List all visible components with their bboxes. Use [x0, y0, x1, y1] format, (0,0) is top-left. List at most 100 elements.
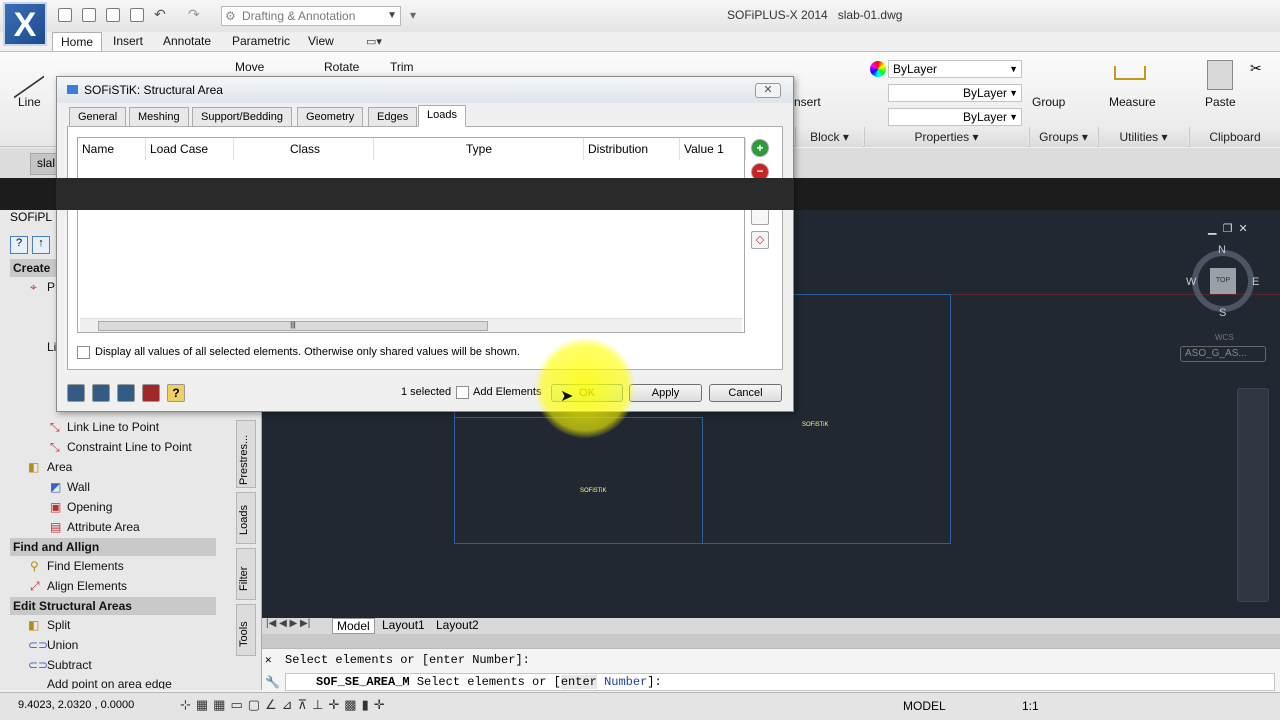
tab-parametric[interactable]: Parametric: [224, 32, 298, 52]
side-tab-loads[interactable]: Loads: [236, 492, 256, 544]
kw-number[interactable]: Number: [604, 675, 647, 689]
palette-item-subtract[interactable]: Subtract: [47, 658, 92, 672]
linetype-select[interactable]: ByLayer ▼: [888, 84, 1022, 102]
tool3-icon[interactable]: [117, 384, 135, 402]
panel-groups[interactable]: Groups ▾: [1029, 127, 1097, 147]
video-band-over-dialog: [56, 178, 794, 210]
line-button[interactable]: Line: [18, 95, 41, 109]
tool1-icon[interactable]: [67, 384, 85, 402]
col-type[interactable]: Type: [374, 138, 584, 160]
group-button[interactable]: Group: [1032, 95, 1065, 109]
command-line[interactable]: ✕ Select elements or [enter Number]: 🔧 S…: [262, 648, 1280, 692]
dlg-tab-loads[interactable]: Loads: [418, 105, 466, 127]
lineweight-select[interactable]: ByLayer ▼: [888, 108, 1022, 126]
cut-icon[interactable]: ✂: [1250, 60, 1262, 77]
palette-item-split[interactable]: Split: [47, 618, 70, 632]
navigation-bar[interactable]: [1237, 388, 1269, 602]
add-elements-checkbox[interactable]: [456, 386, 469, 399]
application-menu-button[interactable]: X: [3, 2, 47, 46]
scroll-thumb[interactable]: |||: [98, 321, 488, 331]
horizontal-scrollbar[interactable]: |||: [80, 318, 742, 332]
panel-properties[interactable]: Properties ▾: [864, 127, 1028, 147]
tool4-icon[interactable]: [142, 384, 160, 402]
chevron-down-icon: ▼: [1009, 88, 1018, 98]
add-row-icon[interactable]: +: [751, 139, 769, 157]
up-icon[interactable]: ↑: [32, 236, 50, 254]
drafting-toggles[interactable]: ⊹▦▦▭▢∠⊿⊼⊥✛▩▮✛: [180, 697, 390, 713]
palette-item-line[interactable]: Li: [47, 340, 56, 354]
display-all-checkbox[interactable]: [77, 346, 90, 359]
palette-item-link-line[interactable]: Link Line to Point: [67, 420, 159, 434]
side-tab-prestress[interactable]: Prestres...: [236, 420, 256, 488]
side-tab-filter[interactable]: Filter: [236, 548, 256, 600]
new-icon[interactable]: [58, 8, 72, 22]
wrench-icon[interactable]: 🔧: [265, 675, 280, 690]
trim-button[interactable]: Trim: [390, 60, 414, 74]
model-space-toggle[interactable]: MODEL: [903, 699, 946, 713]
palette-item-find[interactable]: Find Elements: [47, 559, 124, 573]
cmd-input[interactable]: SOF_SE_AREA_M Select elements or [enter …: [285, 673, 1275, 691]
open-icon[interactable]: [82, 8, 96, 22]
help-tool-icon[interactable]: ?: [167, 384, 185, 402]
color-select[interactable]: ByLayer ▼: [888, 60, 1022, 78]
apply-button[interactable]: Apply: [629, 384, 702, 402]
kw-enter[interactable]: enter: [560, 675, 597, 689]
tool2-icon[interactable]: [92, 384, 110, 402]
annotation-scale[interactable]: 1:1: [1022, 699, 1039, 713]
side-tab-tools[interactable]: Tools: [236, 604, 256, 656]
tab-model[interactable]: Model: [332, 618, 375, 634]
ribbon-options-icon[interactable]: ▭▾: [366, 35, 382, 48]
dlg-tab-geometry[interactable]: Geometry: [297, 107, 364, 127]
col-name[interactable]: Name: [78, 138, 146, 160]
measure-button[interactable]: Measure: [1109, 95, 1156, 109]
ucs-dropdown[interactable]: ASO_G_AS...: [1180, 346, 1266, 362]
col-distribution[interactable]: Distribution: [584, 138, 680, 160]
close-icon[interactable]: ✕: [265, 653, 272, 667]
dialog-close-button[interactable]: ✕: [755, 83, 781, 98]
palette-item-opening[interactable]: Opening: [67, 500, 112, 514]
palette-item-attribute-area[interactable]: Attribute Area: [67, 520, 140, 534]
dlg-tab-general[interactable]: General: [69, 107, 127, 127]
tab-annotate[interactable]: Annotate: [155, 32, 219, 52]
palette-item-point[interactable]: P: [47, 280, 55, 294]
tab-layout2[interactable]: Layout2: [432, 618, 483, 632]
insert-button[interactable]: nsert: [794, 95, 821, 109]
paste-button[interactable]: Paste: [1205, 95, 1236, 109]
tab-layout1[interactable]: Layout1: [378, 618, 429, 632]
app-logo: X: [13, 6, 37, 44]
move-button[interactable]: Move: [235, 60, 264, 74]
panel-clipboard[interactable]: Clipboard: [1189, 127, 1280, 147]
tab-view[interactable]: View: [300, 32, 342, 52]
rotate-button[interactable]: Rotate: [324, 60, 359, 74]
col-load-case[interactable]: Load Case: [146, 138, 234, 160]
attribute-area-icon: ▤: [50, 520, 62, 534]
tag-icon[interactable]: ◇: [751, 231, 769, 249]
help-icon[interactable]: ?: [10, 236, 28, 254]
dlg-tab-meshing[interactable]: Meshing: [129, 107, 189, 127]
tab-home[interactable]: Home: [52, 32, 103, 52]
qat-more-icon[interactable]: ▾: [410, 8, 416, 22]
saveas-icon[interactable]: [130, 8, 144, 22]
dlg-tab-support[interactable]: Support/Bedding: [192, 107, 292, 127]
panel-utilities[interactable]: Utilities ▾: [1098, 127, 1188, 147]
palette-item-area[interactable]: Area: [47, 460, 72, 474]
col-class[interactable]: Class: [234, 138, 374, 160]
palette-item-union[interactable]: Union: [47, 638, 78, 652]
palette-item-align[interactable]: Align Elements: [47, 579, 127, 593]
palette-item-wall[interactable]: Wall: [67, 480, 90, 494]
loads-table[interactable]: Name Load Case Class Type Distribution V…: [77, 137, 746, 333]
viewport-controls[interactable]: ▁ ❐ ✕: [1208, 222, 1248, 235]
panel-block[interactable]: Block ▾: [795, 127, 863, 147]
undo-icon[interactable]: ↶: [154, 6, 166, 23]
viewcube-top[interactable]: TOP: [1210, 268, 1236, 294]
palette-item-add-point[interactable]: Add point on area edge: [47, 677, 172, 689]
col-value1[interactable]: Value 1: [680, 138, 746, 160]
dlg-tab-edges[interactable]: Edges: [368, 107, 418, 127]
save-icon[interactable]: [106, 8, 120, 22]
palette-item-constraint-line[interactable]: Constraint Line to Point: [67, 440, 192, 454]
cancel-button[interactable]: Cancel: [709, 384, 782, 402]
layout-nav-icons[interactable]: |◀ ◀ ▶ ▶|: [266, 618, 310, 629]
workspace-dropdown[interactable]: ⚙ Drafting & Annotation ▼: [221, 6, 401, 26]
redo-icon[interactable]: ↷: [188, 6, 200, 23]
tab-insert[interactable]: Insert: [105, 32, 151, 52]
